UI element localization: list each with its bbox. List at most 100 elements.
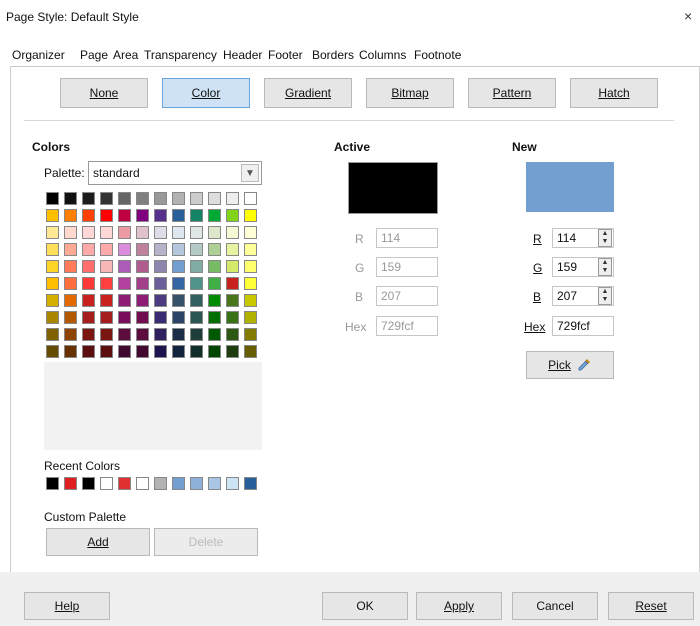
palette-swatch[interactable] — [244, 243, 257, 256]
recent-color-swatch[interactable] — [208, 477, 221, 490]
palette-swatch[interactable] — [46, 277, 59, 290]
palette-swatch[interactable] — [244, 294, 257, 307]
palette-swatch[interactable] — [82, 209, 95, 222]
palette-swatch[interactable] — [118, 328, 131, 341]
palette-swatch[interactable] — [208, 243, 221, 256]
palette-swatch[interactable] — [208, 226, 221, 239]
apply-button[interactable]: Apply — [416, 592, 502, 620]
palette-swatch[interactable] — [100, 226, 113, 239]
palette-swatch[interactable] — [46, 192, 59, 205]
palette-swatch[interactable] — [46, 311, 59, 324]
palette-swatch[interactable] — [64, 209, 77, 222]
palette-swatch[interactable] — [118, 192, 131, 205]
palette-swatch[interactable] — [244, 260, 257, 273]
palette-swatch[interactable] — [118, 311, 131, 324]
palette-swatch[interactable] — [118, 209, 131, 222]
palette-swatch[interactable] — [82, 226, 95, 239]
palette-swatch[interactable] — [46, 226, 59, 239]
palette-swatch[interactable] — [172, 209, 185, 222]
palette-swatch[interactable] — [46, 260, 59, 273]
palette-swatch[interactable] — [100, 294, 113, 307]
palette-swatch[interactable] — [82, 260, 95, 273]
palette-swatch[interactable] — [136, 192, 149, 205]
palette-swatch[interactable] — [208, 260, 221, 273]
palette-swatch[interactable] — [190, 345, 203, 358]
recent-color-swatch[interactable] — [190, 477, 203, 490]
recent-color-swatch[interactable] — [154, 477, 167, 490]
recent-color-swatch[interactable] — [46, 477, 59, 490]
palette-swatch[interactable] — [64, 243, 77, 256]
palette-swatch[interactable] — [208, 192, 221, 205]
palette-swatch[interactable] — [226, 311, 239, 324]
ok-button[interactable]: OK — [322, 592, 408, 620]
palette-swatch[interactable] — [172, 311, 185, 324]
palette-swatch[interactable] — [100, 192, 113, 205]
recent-color-swatch[interactable] — [100, 477, 113, 490]
palette-swatch[interactable] — [100, 311, 113, 324]
palette-swatch[interactable] — [172, 192, 185, 205]
recent-color-swatch[interactable] — [136, 477, 149, 490]
palette-swatch[interactable] — [118, 277, 131, 290]
recent-color-swatch[interactable] — [64, 477, 77, 490]
recent-color-swatch[interactable] — [82, 477, 95, 490]
palette-swatch[interactable] — [118, 345, 131, 358]
tab-header[interactable]: Header — [223, 48, 262, 62]
cancel-button[interactable]: Cancel — [512, 592, 598, 620]
palette-swatch[interactable] — [154, 192, 167, 205]
tab-area[interactable]: Area — [113, 48, 139, 62]
new-hex-field[interactable]: 729fcf — [552, 316, 614, 336]
new-r-spinner[interactable]: ▲ ▼ — [598, 229, 612, 247]
reset-button[interactable]: Reset — [608, 592, 694, 620]
palette-swatch[interactable] — [190, 226, 203, 239]
palette-swatch[interactable] — [82, 243, 95, 256]
palette-swatch[interactable] — [82, 328, 95, 341]
chevron-down-icon[interactable]: ▼ — [241, 164, 259, 182]
palette-swatch[interactable] — [172, 345, 185, 358]
palette-swatch[interactable] — [154, 260, 167, 273]
help-button[interactable]: Help — [24, 592, 110, 620]
palette-swatch[interactable] — [226, 209, 239, 222]
palette-swatch[interactable] — [208, 294, 221, 307]
pattern-button[interactable]: Pattern — [468, 78, 556, 108]
palette-swatch[interactable] — [46, 328, 59, 341]
palette-swatch[interactable] — [46, 294, 59, 307]
color-button[interactable]: Color — [162, 78, 250, 108]
tab-organizer[interactable]: Organizer — [12, 48, 65, 62]
palette-swatch[interactable] — [154, 345, 167, 358]
palette-swatch[interactable] — [190, 260, 203, 273]
new-b-spinner[interactable]: ▲ ▼ — [598, 287, 612, 305]
palette-swatch[interactable] — [208, 209, 221, 222]
palette-swatch[interactable] — [136, 345, 149, 358]
none-button[interactable]: None — [60, 78, 148, 108]
palette-swatch[interactable] — [136, 328, 149, 341]
palette-swatch[interactable] — [136, 209, 149, 222]
palette-swatch[interactable] — [226, 345, 239, 358]
palette-swatch[interactable] — [82, 192, 95, 205]
palette-swatch[interactable] — [154, 243, 167, 256]
palette-swatch[interactable] — [100, 328, 113, 341]
tab-footer[interactable]: Footer — [268, 48, 303, 62]
palette-swatch[interactable] — [172, 226, 185, 239]
tab-page[interactable]: Page — [80, 48, 108, 62]
palette-swatch[interactable] — [118, 226, 131, 239]
gradient-button[interactable]: Gradient — [264, 78, 352, 108]
tab-columns[interactable]: Columns — [359, 48, 406, 62]
palette-swatch[interactable] — [82, 277, 95, 290]
palette-swatch[interactable] — [46, 345, 59, 358]
palette-swatch[interactable] — [46, 209, 59, 222]
palette-swatch[interactable] — [208, 345, 221, 358]
palette-swatch[interactable] — [118, 260, 131, 273]
palette-swatch[interactable] — [154, 294, 167, 307]
palette-swatch[interactable] — [100, 345, 113, 358]
palette-swatch[interactable] — [64, 345, 77, 358]
palette-swatch[interactable] — [190, 294, 203, 307]
palette-swatch[interactable] — [136, 243, 149, 256]
palette-swatch[interactable] — [154, 226, 167, 239]
palette-swatch[interactable] — [190, 311, 203, 324]
palette-swatch[interactable] — [172, 294, 185, 307]
palette-swatch[interactable] — [100, 209, 113, 222]
palette-swatch[interactable] — [154, 209, 167, 222]
palette-swatch[interactable] — [208, 311, 221, 324]
palette-swatch[interactable] — [244, 328, 257, 341]
palette-swatch[interactable] — [82, 311, 95, 324]
